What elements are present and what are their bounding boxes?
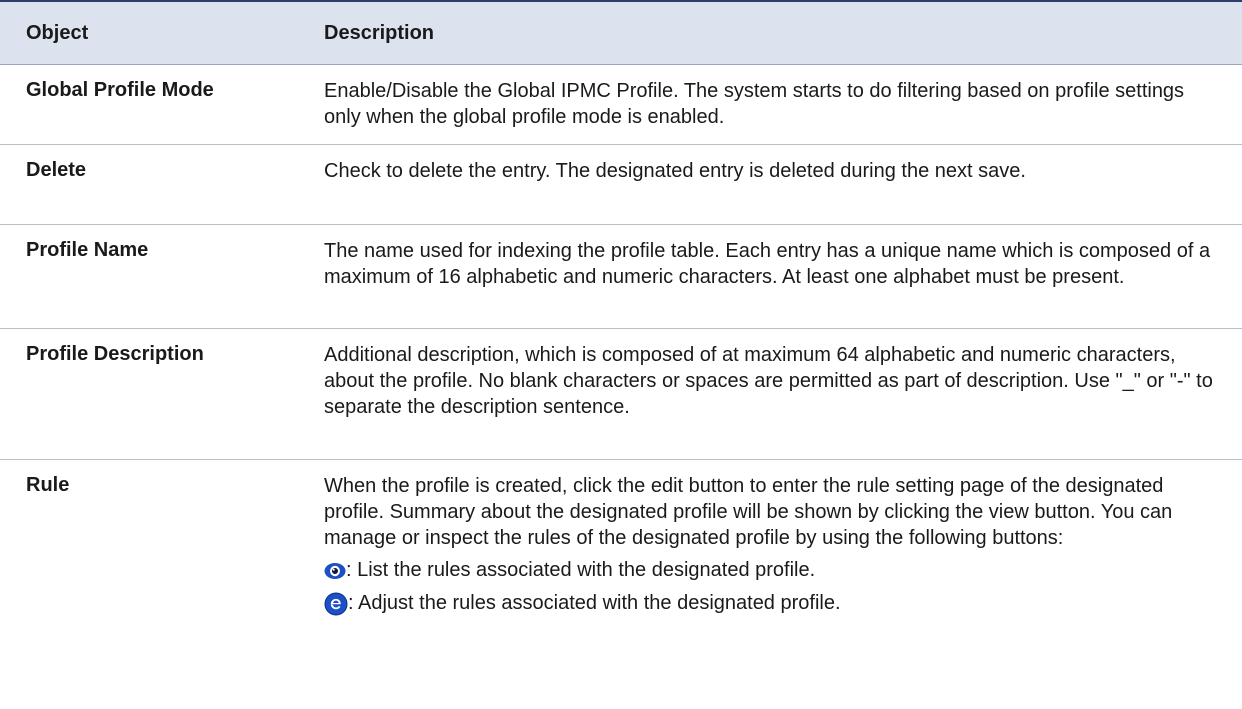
object-name: Profile Description: [0, 328, 308, 460]
edit-e-icon: [324, 592, 348, 616]
table-row: Rule When the profile is created, click …: [0, 460, 1242, 626]
header-description: Description: [308, 0, 1242, 65]
view-button-description: : List the rules associated with the des…: [346, 559, 816, 581]
table-row: Profile Name The name used for indexing …: [0, 224, 1242, 329]
object-name: Delete: [0, 144, 308, 225]
object-name: Global Profile Mode: [0, 64, 308, 145]
table-row: Delete Check to delete the entry. The de…: [0, 144, 1242, 225]
edit-button-description: : Adjust the rules associated with the d…: [348, 592, 841, 614]
table-row: Global Profile Mode Enable/Disable the G…: [0, 64, 1242, 145]
view-eye-icon: [324, 562, 346, 580]
object-name: Rule: [26, 474, 70, 496]
edit-button-legend: : Adjust the rules associated with the d…: [324, 589, 1226, 617]
object-description: Enable/Disable the Global IPMC Profile. …: [308, 64, 1242, 145]
object-description: The name used for indexing the profile t…: [308, 224, 1242, 329]
header-object: Object: [0, 0, 308, 65]
object-description-cell: When the profile is created, click the e…: [308, 460, 1242, 626]
object-description: When the profile is created, click the e…: [324, 475, 1173, 549]
object-name: Profile Name: [0, 224, 308, 329]
object-description: Check to delete the entry. The designate…: [308, 144, 1242, 225]
table-header-row: Object Description: [0, 0, 1242, 65]
view-button-legend: : List the rules associated with the des…: [324, 556, 1226, 584]
table-row: Profile Description Additional descripti…: [0, 328, 1242, 460]
object-description: Additional description, which is compose…: [308, 328, 1242, 460]
object-description-table: Object Description Global Profile Mode E…: [0, 0, 1242, 625]
